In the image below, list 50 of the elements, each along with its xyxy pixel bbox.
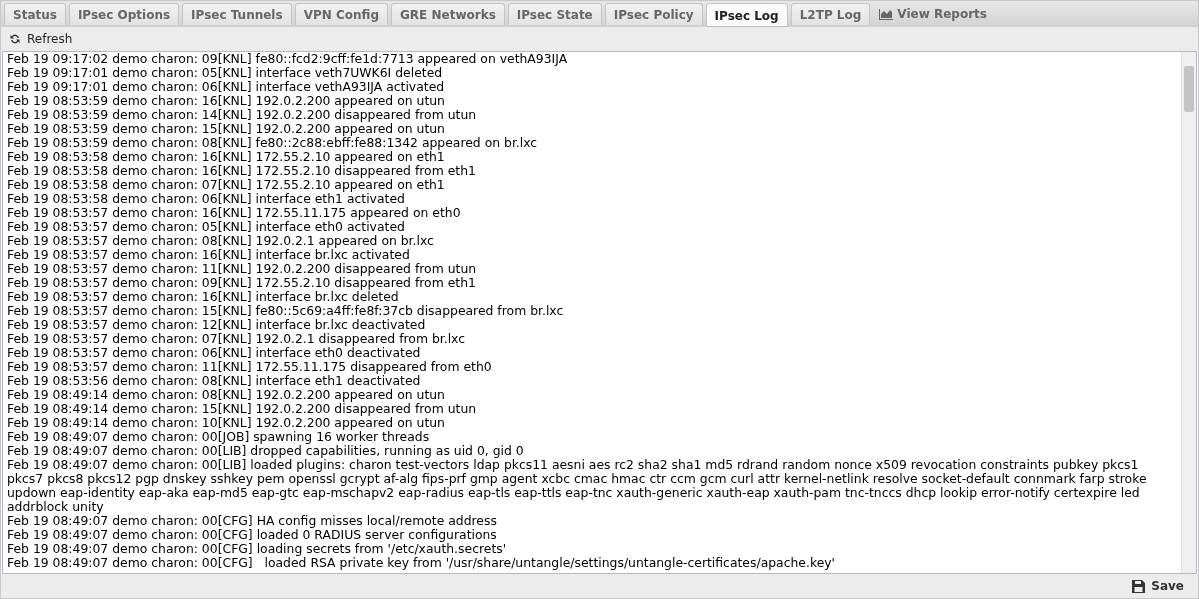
refresh-icon [9,33,21,45]
chart-icon [879,8,894,20]
save-button[interactable]: Save [1126,578,1190,594]
tab[interactable]: IPsec Log [705,3,788,27]
log-line: Feb 19 08:49:14 demo charon: 10[KNL] 192.0.2.200 appeared on utun [7,416,446,430]
log-line: Feb 19 08:49:07 demo charon: 00[CFG] loaded 0 RADIUS server configurations [7,528,498,542]
tab[interactable]: IPsec Options [68,3,180,25]
tab[interactable]: Status [4,3,66,25]
refresh-button[interactable]: Refresh [7,30,75,48]
log-line: Feb 19 08:49:07 demo charon: 00[JOB] spawning 16 worker threads [7,430,431,444]
log-line: Feb 19 08:53:57 demo charon: 08[KNL] 192.0.2.1 appeared on br.lxc [7,234,435,248]
log-line: Feb 19 09:17:01 demo charon: 06[KNL] interface vethA93IJA activated [7,80,446,94]
log-line: Feb 19 08:53:58 demo charon: 16[KNL] 172.55.2.10 appeared on eth1 [7,150,445,164]
log-line: Feb 19 08:53:57 demo charon: 09[KNL] 172.55.2.10 disappeared from eth1 [7,276,477,290]
tab[interactable]: VPN Config [294,3,388,25]
log-line: Feb 19 08:53:57 demo charon: 06[KNL] interface eth0 deactivated [7,346,422,360]
log-line: Feb 19 08:53:57 demo charon: 07[KNL] 192.0.2.1 disappeared from br.lxc [7,332,467,346]
tab[interactable]: IPsec Policy [604,3,703,25]
log-line: Feb 19 08:49:14 demo charon: 08[KNL] 192.0.2.200 appeared on utun [7,388,446,402]
log-line: Feb 19 08:53:59 demo charon: 16[KNL] 192.0.2.200 appeared on utun [7,94,446,108]
log-line: Feb 19 08:53:57 demo charon: 05[KNL] interface eth0 activated [7,220,405,234]
log-line: Feb 19 08:53:57 demo charon: 11[KNL] 172.55.11.175 disappeared from eth0 [7,360,493,374]
log-line: Feb 19 08:49:07 demo charon: 00[CFG] HA config misses local/remote address [7,514,498,528]
tab[interactable]: L2TP Log [790,3,871,25]
log-line: Feb 19 08:53:56 demo charon: 08[KNL] interface eth1 deactivated [7,374,421,388]
log-line: Feb 19 08:49:14 demo charon: 15[KNL] 192.0.2.200 disappeared from utun [7,402,478,416]
tab[interactable]: GRE Networks [391,3,505,25]
log-line: Feb 19 08:53:59 demo charon: 14[KNL] 192.0.2.200 disappeared from utun [7,108,478,122]
log-line: Feb 19 08:49:07 demo charon: 00[CFG] loading secrets from '/etc/xauth.secrets' [7,542,508,556]
tab[interactable]: IPsec State [507,3,602,25]
save-icon [1132,579,1146,593]
log-line: Feb 19 08:53:57 demo charon: 11[KNL] 192.0.2.200 disappeared from utun [7,262,478,276]
log-line: Feb 19 08:53:59 demo charon: 08[KNL] fe80::2c88:ebff:fe88:1342 appeared on br.lxc [7,136,539,150]
log-line: Feb 19 08:53:58 demo charon: 16[KNL] 172.55.2.10 disappeared from eth1 [7,164,477,178]
log-line: Feb 19 08:53:58 demo charon: 07[KNL] 172.55.2.10 appeared on eth1 [7,178,446,192]
scrollbar[interactable] [1181,52,1196,573]
log-line: Feb 19 08:53:57 demo charon: 16[KNL] interface br.lxc activated [7,248,411,262]
log-line: Feb 19 08:49:07 demo charon: 00[LIB] dropped capabilities, running as uid 0, gid 0 [7,444,525,458]
tab[interactable]: IPsec Tunnels [182,3,292,25]
log-line: Feb 19 08:53:58 demo charon: 06[KNL] interface eth1 activated [7,192,406,206]
log-line: Feb 19 09:17:02 demo charon: 09[KNL] fe80::fcd2:9cff:fe1d:7713 appeared on vethA93IJA [7,52,569,66]
log-line: Feb 19 08:49:07 demo charon: 00[CFG] loaded RSA private key from '/usr/share/untangle/settings/untangle-certificates/apache.key' [7,556,836,570]
log-line: Feb 19 09:17:01 demo charon: 05[KNL] interface veth7UWK6I deleted [7,66,443,80]
log-line: Feb 19 08:53:57 demo charon: 16[KNL] 172.55.11.175 appeared on eth0 [7,206,462,220]
log-line: Feb 19 08:49:07 demo charon: 00[LIB] loaded plugins: charon test-vectors ldap pkcs11 aesni aes rc2 sha2 sha1 md5 rdrand random nonce x509 revocation constraints pubkey pkcs1 pkcs7 pkcs8 pkcs12 pgp dnskey sshkey pem openssl gcrypt af-alg fips-prf gmp agent xcbc cmac hmac ctr ccm gcm curl attr kernel-netlink resolve socket-default connmark farp stroke updown eap-identity eap-aka eap-md5 eap-gtc eap-mschapv2 eap-radius eap-tls eap-ttls eap-tnc xauth-generic xauth-eap xauth-pam tnc-tnccs dhcp lookip error-notify certexpire led addrblock unity [7,458,1148,514]
log-line: Feb 19 08:53:57 demo charon: 16[KNL] interface br.lxc deleted [7,290,399,304]
reports-tab[interactable]: View Reports [873,3,993,25]
log-line: Feb 19 08:53:59 demo charon: 15[KNL] 192.0.2.200 appeared on utun [7,122,446,136]
log-line: Feb 19 08:53:57 demo charon: 12[KNL] interface br.lxc deactivated [7,318,426,332]
log-line: Feb 19 08:53:57 demo charon: 15[KNL] fe80::5c69:a4ff:fe8f:37cb disappeared from br.lxc [7,304,565,318]
